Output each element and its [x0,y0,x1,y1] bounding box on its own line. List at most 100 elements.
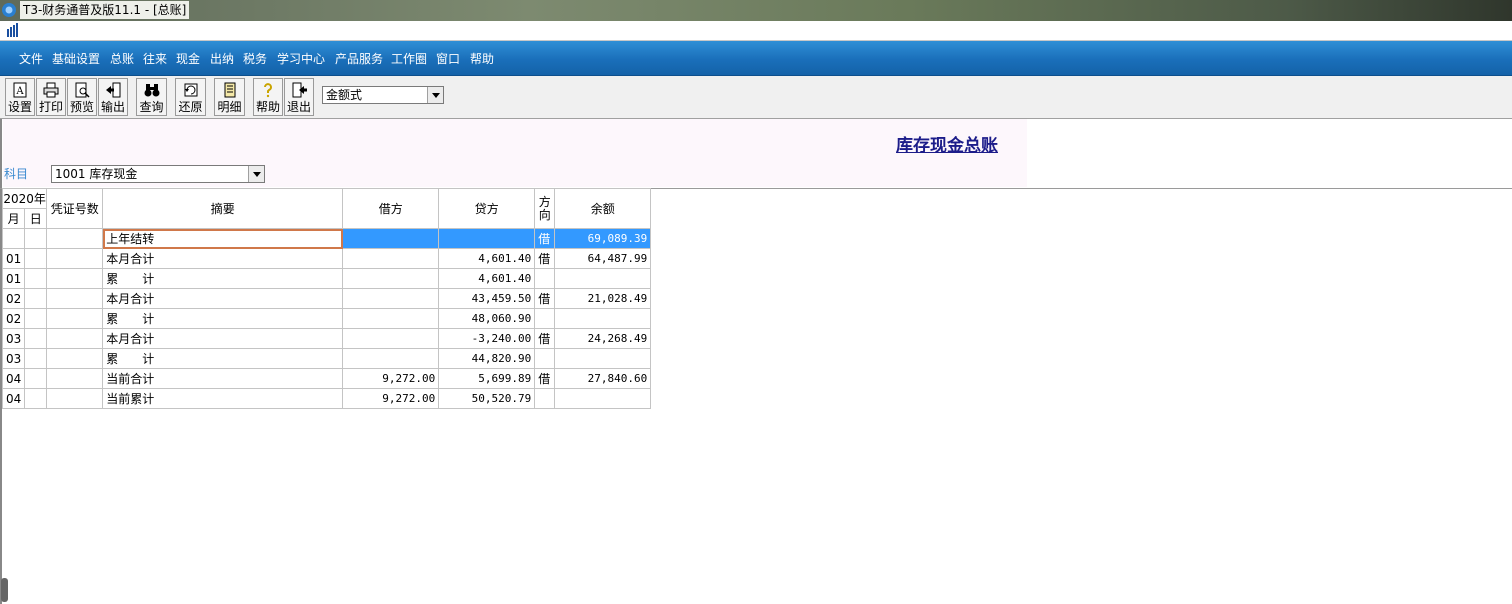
table-row[interactable]: 上年结转 借 69,089.39 [1,228,652,249]
balance-header: 余额 [554,188,652,229]
table-row[interactable]: 01 本月合计 4,601.40 借 64,487.99 [1,248,652,269]
summary-cell: 累 计 [102,348,344,369]
voucher-cell [46,388,104,409]
app-logo-icon [2,3,16,17]
exit-button[interactable]: 退出 [284,78,314,116]
summary-cell: 累 计 [102,308,344,329]
voucher-cell [46,228,104,249]
day-cell [24,248,48,269]
table-row[interactable]: 02 累 计 48,060.90 [1,308,652,329]
subject-select[interactable]: 1001 库存现金 [51,165,265,183]
svg-text:A: A [15,86,24,97]
menu-receivables[interactable]: 往来 [143,51,167,67]
month-cell: 04 [1,388,26,409]
year-header: 2020年 [1,188,48,209]
table-row[interactable]: 04 当前合计 9,272.00 5,699.89 借 27,840.60 [1,368,652,389]
direction-header: 方向 [534,188,556,229]
restore-icon [184,83,197,97]
direction-cell: 借 [534,328,556,349]
menu-file[interactable]: 文件 [19,51,43,67]
month-cell: 02 [1,288,26,309]
credit-cell: 5,699.89 [438,368,536,389]
settings-icon: A [13,82,27,98]
voucher-cell [46,268,104,289]
menu-bar: 文件 基础设置 总账 往来 现金 出纳 税务 学习中心 产品服务 工作圈 窗口 … [0,41,1512,77]
day-cell [24,348,48,369]
menu-cashier[interactable]: 出纳 [210,51,234,67]
table-row[interactable]: 03 本月合计 -3,240.00 借 24,268.49 [1,328,652,349]
format-select[interactable]: 金额式 [322,86,444,104]
direction-cell [534,388,556,409]
voucher-cell [46,308,104,329]
menu-tax[interactable]: 税务 [243,51,267,67]
credit-cell [438,228,536,249]
scrollbar-thumb[interactable] [1,578,8,602]
voucher-cell [46,288,104,309]
table-row[interactable]: 02 本月合计 43,459.50 借 21,028.49 [1,288,652,309]
print-button[interactable]: 打印 [36,78,66,116]
debit-header: 借方 [342,188,440,229]
summary-cell: 当前合计 [102,368,344,389]
summary-cell: 本月合计 [102,328,344,349]
direction-cell: 借 [534,368,556,389]
window-title: T3-财务通普及版11.1 - [总账] [20,1,190,19]
menu-window[interactable]: 窗口 [436,51,460,67]
toolbar: A 设置 打印 预览 输出 查询 还原 明细 帮助 退出 金额式 [0,76,1512,119]
detail-button[interactable]: 明细 [214,78,245,116]
voucher-cell [46,368,104,389]
help-button[interactable]: 帮助 [253,78,283,116]
balance-cell: 24,268.49 [554,328,652,349]
chevron-down-icon[interactable] [427,87,443,103]
month-cell: 04 [1,368,26,389]
menu-cash[interactable]: 现金 [176,51,200,67]
direction-cell: 借 [534,248,556,269]
summary-cell: 本月合计 [102,248,344,269]
debit-cell [342,288,440,309]
table-row[interactable]: 01 累 计 4,601.40 [1,268,652,289]
menu-product-services[interactable]: 产品服务 [335,51,383,67]
report-title: 库存现金总账 [896,136,998,156]
menu-general-ledger[interactable]: 总账 [110,51,134,67]
preview-button[interactable]: 预览 [67,78,97,116]
direction-cell: 借 [534,288,556,309]
direction-cell [534,268,556,289]
voucher-header: 凭证号数 [46,188,104,229]
export-button[interactable]: 输出 [98,78,128,116]
balance-cell: 27,840.60 [554,368,652,389]
voucher-cell [46,328,104,349]
preview-icon [75,82,90,98]
table-row[interactable]: 03 累 计 44,820.90 [1,348,652,369]
menu-learning-center[interactable]: 学习中心 [277,51,325,67]
credit-cell: 50,520.79 [438,388,536,409]
menu-help[interactable]: 帮助 [470,51,494,67]
voucher-cell [46,348,104,369]
debit-cell [342,248,440,269]
direction-cell [534,348,556,369]
summary-cell[interactable]: 上年结转 [102,228,344,249]
balance-cell [554,308,652,329]
chevron-down-icon[interactable] [248,166,264,182]
mdi-document-icon[interactable] [6,23,22,38]
balance-cell [554,388,652,409]
table-row[interactable]: 04 当前累计 9,272.00 50,520.79 [1,388,652,409]
month-cell: 03 [1,328,26,349]
direction-cell [534,308,556,329]
debit-cell [342,308,440,329]
summary-cell: 本月合计 [102,288,344,309]
credit-cell: 43,459.50 [438,288,536,309]
restore-button[interactable]: 还原 [175,78,206,116]
debit-cell: 9,272.00 [342,388,440,409]
voucher-cell [46,248,104,269]
settings-button[interactable]: A 设置 [5,78,35,116]
menu-basic-settings[interactable]: 基础设置 [52,51,100,67]
credit-cell: -3,240.00 [438,328,536,349]
month-cell: 02 [1,308,26,329]
balance-cell: 69,089.39 [554,228,652,249]
day-cell [24,288,48,309]
menu-workcircle[interactable]: 工作圈 [391,51,427,67]
day-header: 日 [24,208,48,229]
query-button[interactable]: 查询 [136,78,167,116]
title-bar: T3-财务通普及版11.1 - [总账] [0,0,1512,21]
day-cell [24,328,48,349]
detail-icon [224,82,235,98]
